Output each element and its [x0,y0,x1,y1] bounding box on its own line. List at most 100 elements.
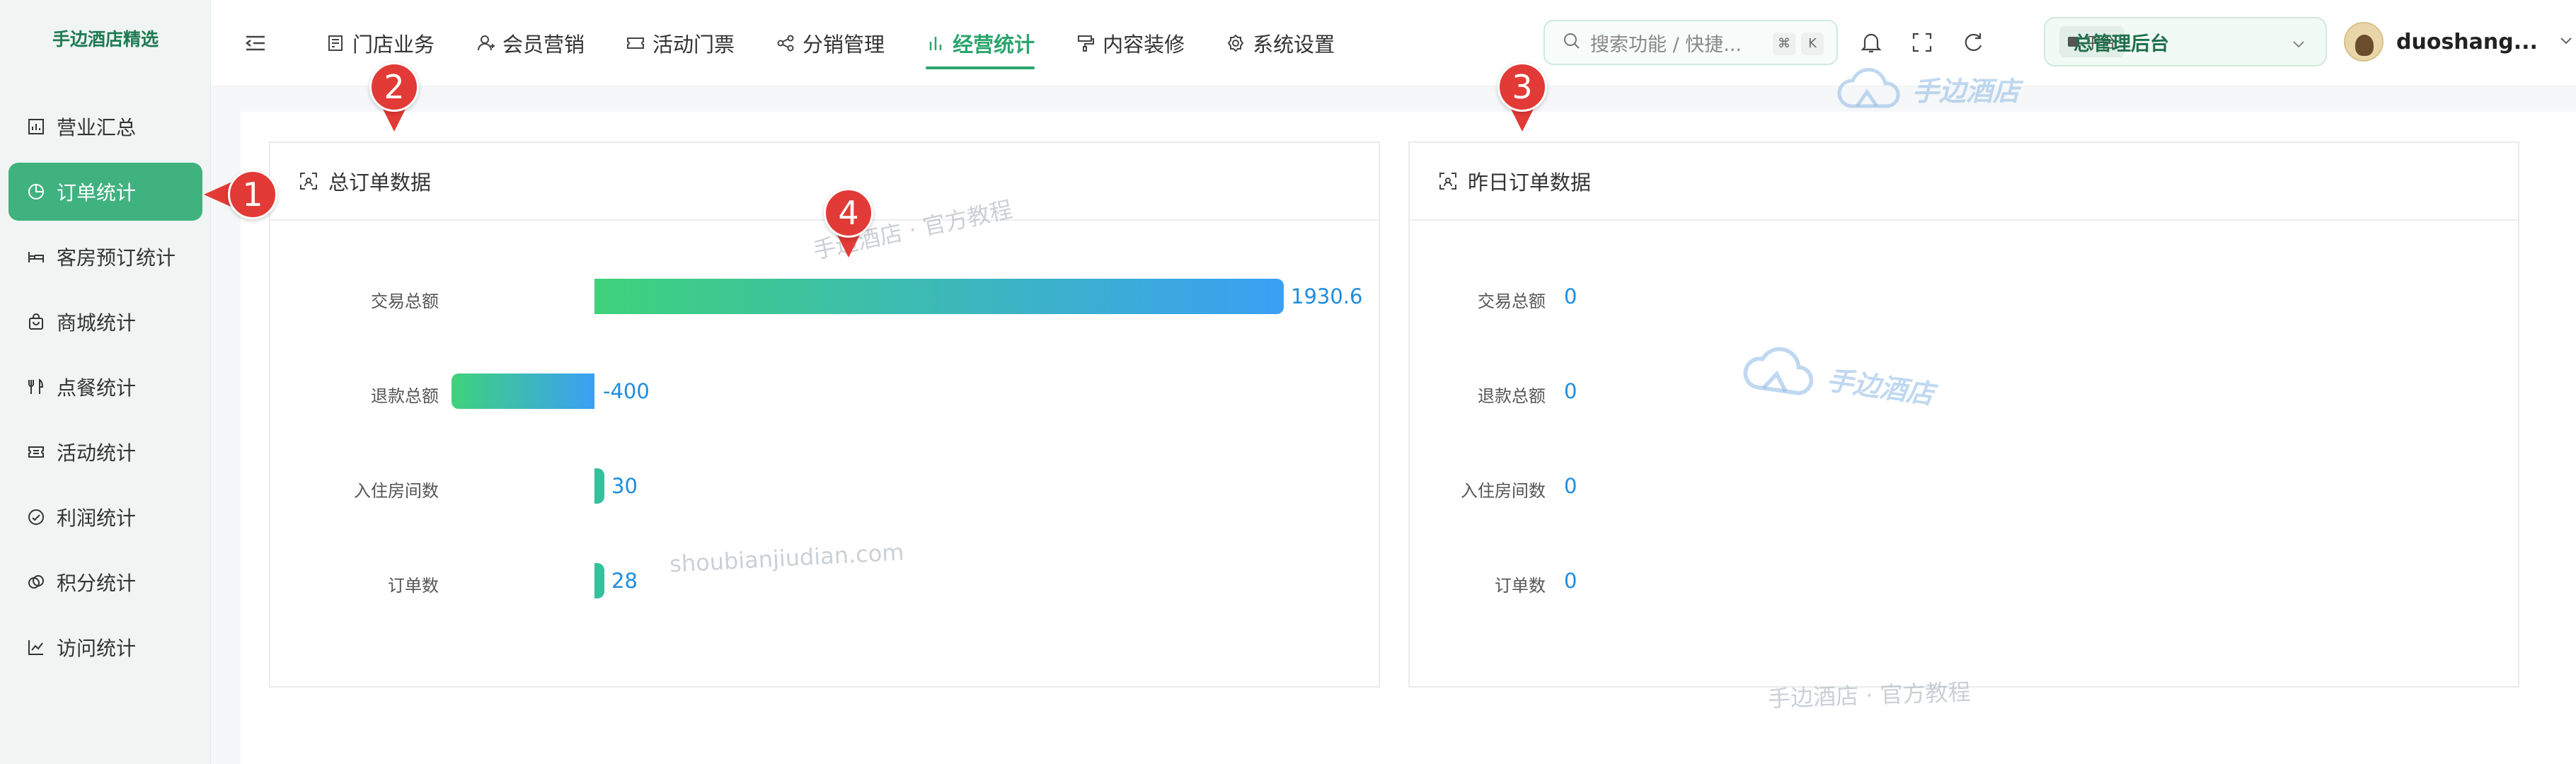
row-label-trade-total: 交易总额 [1478,291,1546,311]
tab-label: 系统设置 [1253,33,1335,57]
value-refund-total: 0 [1564,379,1577,403]
bar-trade-total [594,279,1284,314]
ticket-icon [626,33,645,53]
sidebar-item-revenue-summary[interactable]: 营业汇总 [8,98,202,156]
avatar [2344,22,2384,62]
sidebar-item-label: 商城统计 [57,311,137,335]
callout-number: 1 [228,170,277,219]
scan-icon [299,171,318,191]
sidebar-item-points-stats[interactable]: 积分统计 [8,553,202,611]
gear-icon [1226,33,1246,53]
tab-label: 会员营销 [502,33,585,57]
sidebar-item-label: 点餐统计 [57,376,137,400]
refresh-icon[interactable] [1959,28,1987,57]
sidebar-item-mall-stats[interactable]: 商城统计 [8,293,202,351]
callout-number: 4 [824,188,873,238]
value-rooms: 0 [1564,474,1577,498]
tab-label: 经营统计 [953,33,1035,57]
chevron-down-icon [2558,32,2575,52]
tab-system-settings[interactable]: 系统设置 [1226,0,1335,86]
sidebar-item-visit-stats[interactable]: 访问统计 [8,618,202,676]
sidebar-item-event-stats[interactable]: 活动统计 [8,423,202,481]
callout-number: 3 [1497,62,1547,112]
sidebar-item-label: 活动统计 [57,441,137,465]
tab-business-stats[interactable]: 经营统计 [926,0,1035,86]
row-label-orders: 订单数 [1495,576,1546,596]
tab-label: 分销管理 [803,33,885,57]
top-bar: 门店业务 会员营销 活动门票 分销管理 经营统计 内容装修 系统设置 搜索功能 … [211,0,2576,86]
sidebar-item-label: 利润统计 [57,507,137,530]
value-rooms: 30 [611,474,638,498]
sidebar: 手边酒店精选 营业汇总 订单统计 客房预订统计 商城统计 点餐统计 活动统计 利… [0,0,211,764]
coins-icon [27,573,45,591]
check-circle-icon [27,508,45,526]
value-orders: 28 [611,569,638,593]
app-logo: 手边酒店精选 [52,29,159,50]
chevron-down-icon [2290,35,2307,55]
row-label-refund-total: 退款总额 [1478,386,1546,406]
tab-distribution[interactable]: 分销管理 [776,0,885,86]
value-trade-total: 1930.6 [1291,284,1363,308]
user-name: duoshang... [2396,29,2538,54]
bar-refund-total [452,374,594,409]
app-root: 手边酒店精选 营业汇总 订单统计 客房预订统计 商城统计 点餐统计 活动统计 利… [0,0,2576,764]
collapse-menu-icon[interactable] [243,31,268,55]
sidebar-item-profit-stats[interactable]: 利润统计 [8,488,202,546]
card-header: 昨日订单数据 [1410,143,2518,221]
tab-label: 门店业务 [352,33,435,57]
pie-chart-icon [27,183,45,201]
user-menu[interactable]: duoshang... [2344,17,2575,66]
top-nav: 门店业务 会员营销 活动门票 分销管理 经营统计 内容装修 系统设置 [326,0,1376,86]
tab-content-decoration[interactable]: 内容装修 [1076,0,1185,86]
callout-marker-4: 4 [824,188,873,257]
fullscreen-icon[interactable] [1908,28,1936,57]
row-label-rooms: 入住房间数 [1461,481,1546,501]
shortcut-key-k: K [1801,33,1824,55]
sidebar-item-label: 订单统计 [57,181,137,204]
shopping-bag-icon [27,313,45,331]
tab-member-marketing[interactable]: 会员营销 [476,0,585,86]
sidebar-item-label: 访问统计 [57,637,137,660]
tab-label: 活动门票 [652,33,735,57]
paint-roller-icon [1076,33,1096,53]
value-trade-total: 0 [1564,284,1577,308]
user-icon [476,33,495,53]
store-icon [326,33,345,53]
row-label-refund-total: 退款总额 [371,386,439,406]
bar-rooms [594,468,604,504]
card-title: 昨日订单数据 [1468,170,1592,195]
callout-marker-3: 3 [1497,62,1547,132]
cutlery-icon [27,378,45,396]
callout-marker-2: 2 [369,62,419,132]
bell-icon[interactable] [1857,28,1885,57]
platform-selector[interactable]: 平台 总管理后台 [2044,17,2327,66]
sidebar-item-label: 积分统计 [57,572,137,595]
sidebar-item-label: 营业汇总 [57,116,137,139]
line-chart-icon [27,638,45,656]
row-label-rooms: 入住房间数 [354,481,439,501]
row-label-trade-total: 交易总额 [371,291,439,311]
stats-icon [926,33,945,53]
bar-orders [594,563,604,598]
search-input[interactable]: 搜索功能 / 快捷... ⌘ K [1543,20,1838,65]
sidebar-item-order-stats[interactable]: 订单统计 [8,163,202,221]
row-label-orders: 订单数 [388,576,439,596]
main-content: 总订单数据 交易总额 退款总额 入住房间数 订单数 1930.6 -400 30… [241,112,2576,764]
share-icon [776,33,795,53]
tab-event-tickets[interactable]: 活动门票 [626,0,735,86]
sidebar-item-room-booking-stats[interactable]: 客房预订统计 [8,228,202,286]
ticket-icon [27,443,45,461]
tab-label: 内容装修 [1103,33,1185,57]
bar-report-icon [27,117,45,136]
value-refund-total: -400 [603,379,650,403]
sidebar-item-dining-stats[interactable]: 点餐统计 [8,358,202,416]
sidebar-menu: 营业汇总 订单统计 客房预订统计 商城统计 点餐统计 活动统计 利润统计 积分统… [8,98,202,683]
callout-marker-1: 1 [204,170,277,219]
bed-icon [27,248,45,266]
value-orders: 0 [1564,569,1577,593]
yesterday-order-card: 昨日订单数据 交易总额 退款总额 入住房间数 订单数 0 0 0 0 [1408,141,2519,688]
shortcut-key-cmd: ⌘ [1773,33,1795,55]
scan-icon [1438,171,1458,191]
search-placeholder: 搜索功能 / 快捷... [1590,33,1742,56]
search-icon [1562,31,1582,54]
